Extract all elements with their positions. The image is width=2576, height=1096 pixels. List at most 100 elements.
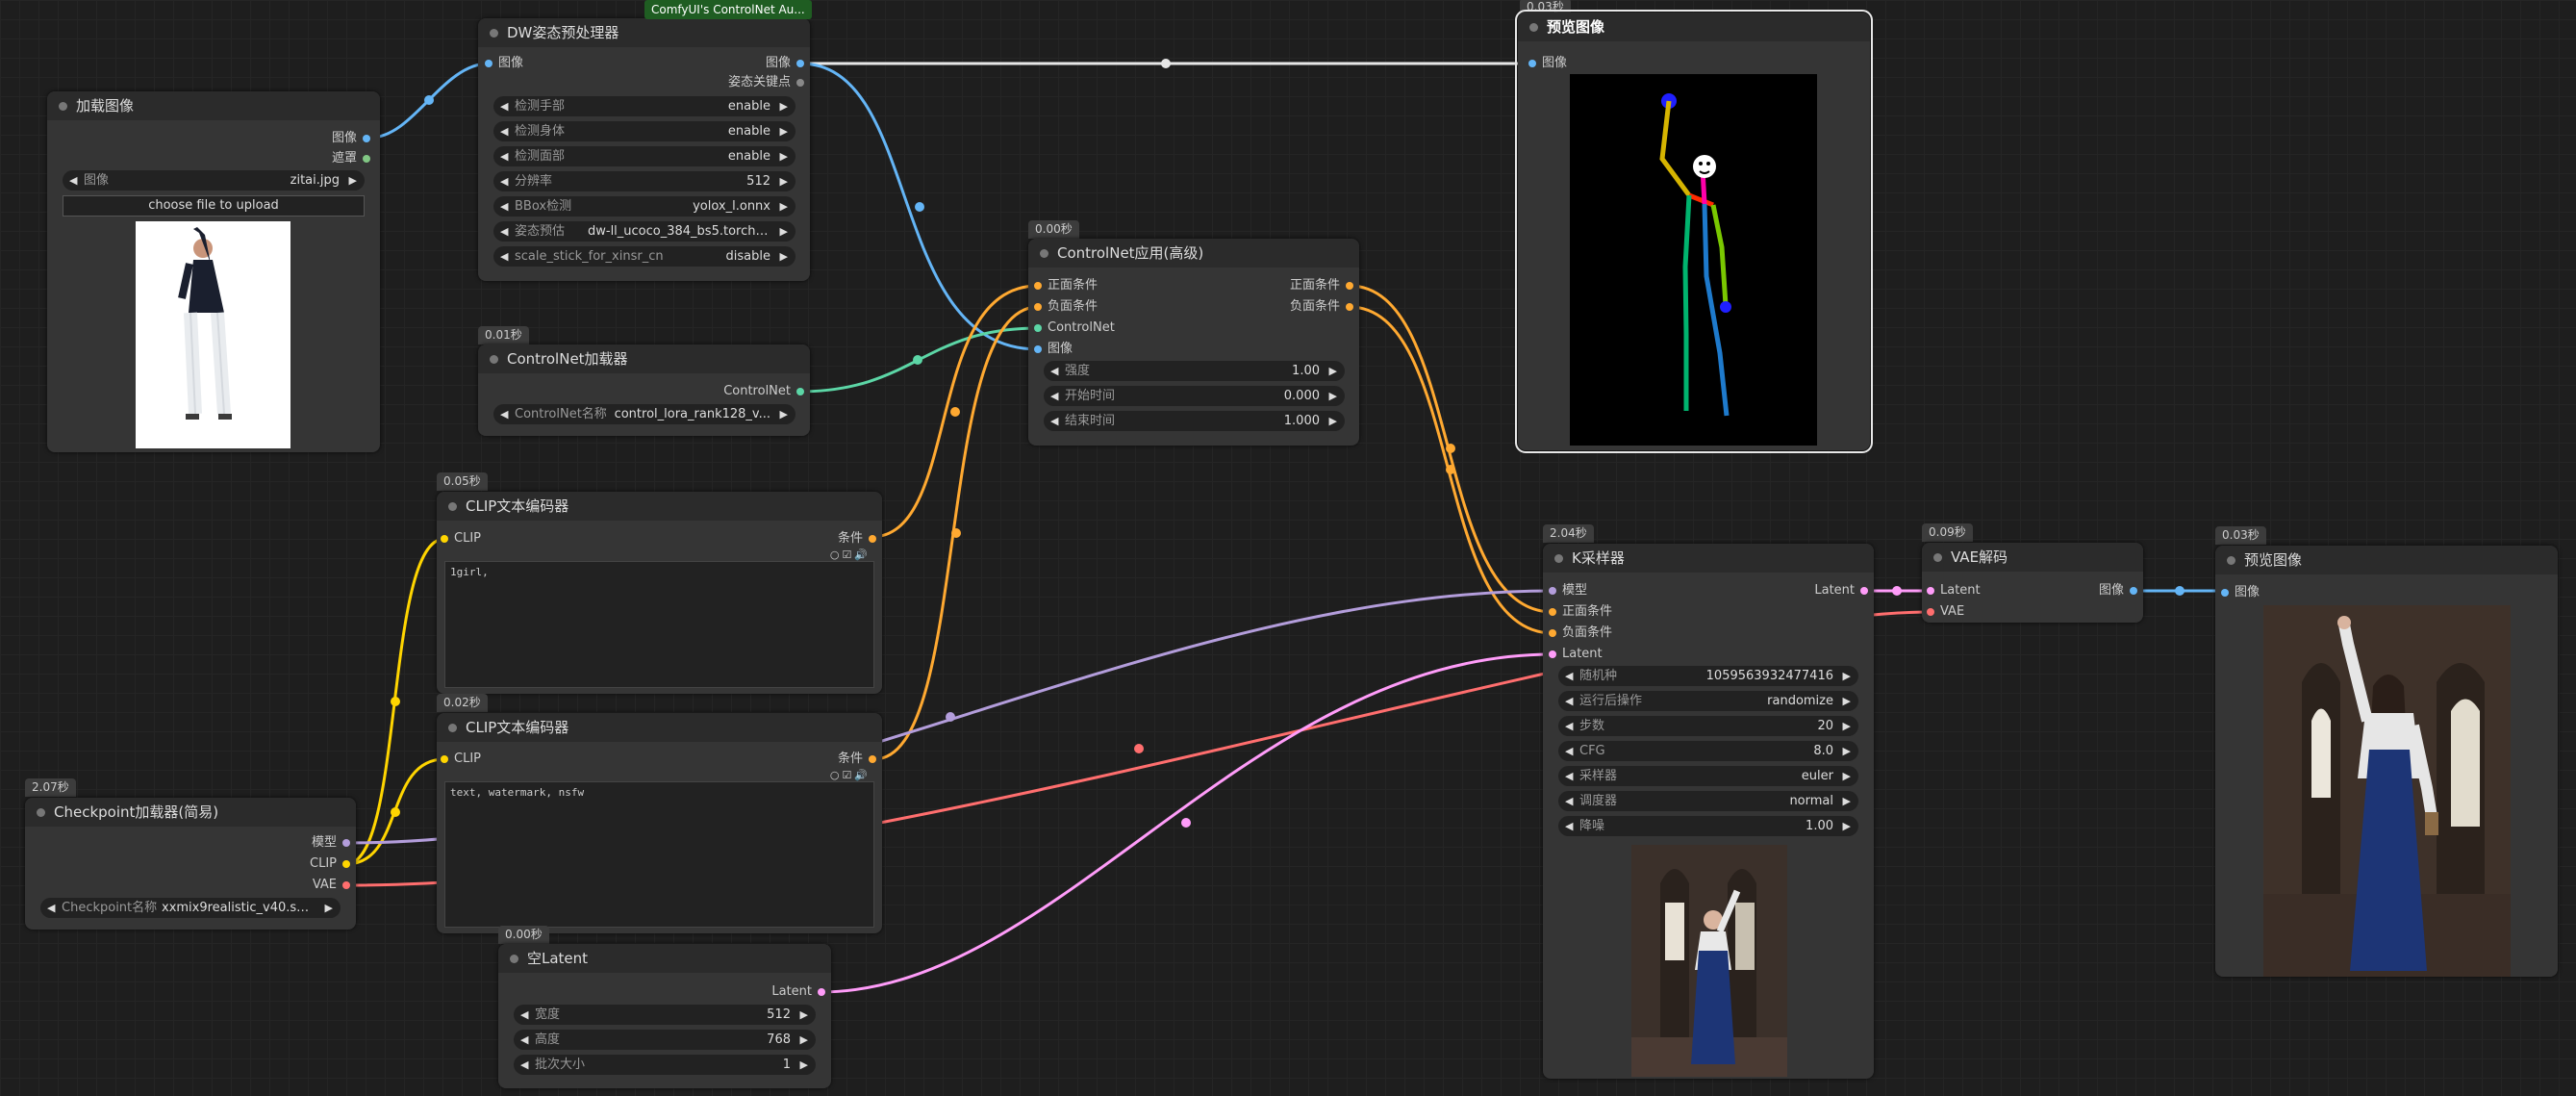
detect-hand-toggle[interactable]: ◀ 检测手部 enable ▶	[493, 96, 796, 116]
increment-arrow-icon[interactable]: ▶	[1843, 716, 1851, 736]
start-percent-field[interactable]: ◀ 开始时间 0.000 ▶	[1044, 386, 1345, 406]
input-image[interactable]: 图像	[1528, 56, 1567, 71]
input-image[interactable]: 图像	[1034, 342, 1073, 357]
increment-arrow-icon[interactable]: ▶	[780, 121, 788, 141]
slot-dot-icon[interactable]	[1034, 324, 1042, 332]
decrement-arrow-icon[interactable]: ◀	[500, 121, 508, 141]
controlnet-name-select[interactable]: ◀ ControlNet名称 control_lora_rank128_v... ▶	[493, 404, 796, 424]
increment-arrow-icon[interactable]: ▶	[800, 1055, 808, 1075]
increment-arrow-icon[interactable]: ▶	[1329, 386, 1337, 406]
input-clip[interactable]: CLIP	[441, 752, 481, 767]
cfg-field[interactable]: ◀ CFG 8.0 ▶	[1558, 741, 1858, 761]
input-image[interactable]: 图像	[2221, 585, 2260, 600]
slot-dot-icon[interactable]	[342, 881, 350, 889]
decrement-arrow-icon[interactable]: ◀	[520, 1030, 528, 1050]
pose-estimator-select[interactable]: ◀ 姿态预估 dw-ll_ucoco_384_bs5.torchscri... ▶	[493, 221, 796, 242]
collapse-dot-icon[interactable]	[490, 29, 498, 38]
increment-arrow-icon[interactable]: ▶	[1329, 411, 1337, 431]
output-vae[interactable]: VAE	[313, 878, 350, 893]
slot-dot-icon[interactable]	[1927, 587, 1934, 595]
node-preview-pose[interactable]: 预览图像 图像	[1515, 10, 1873, 453]
increment-arrow-icon[interactable]: ▶	[1843, 816, 1851, 836]
slot-dot-icon[interactable]	[818, 988, 825, 996]
decrement-arrow-icon[interactable]: ◀	[520, 1055, 528, 1075]
output-clip[interactable]: CLIP	[310, 856, 350, 872]
collapse-dot-icon[interactable]	[448, 724, 457, 732]
output-controlnet[interactable]: ControlNet	[723, 384, 804, 399]
increment-arrow-icon[interactable]: ▶	[1329, 361, 1337, 381]
node-clip-text-positive[interactable]: CLIP文本编码器 CLIP 条件 ○☑🔊 1girl,	[437, 492, 882, 694]
output-image[interactable]: 图像	[766, 56, 804, 71]
node-vae-decode[interactable]: VAE解码 Latent VAE 图像	[1922, 543, 2143, 623]
input-latent[interactable]: Latent	[1927, 583, 1981, 599]
node-title[interactable]: Checkpoint加载器(简易)	[25, 798, 356, 827]
text-toolbar-icons[interactable]: ○☑🔊	[830, 548, 871, 561]
node-title[interactable]: ControlNet应用(高级)	[1028, 239, 1359, 268]
decrement-arrow-icon[interactable]: ◀	[500, 221, 508, 242]
increment-arrow-icon[interactable]: ▶	[780, 404, 788, 424]
collapse-dot-icon[interactable]	[59, 102, 67, 111]
increment-arrow-icon[interactable]: ▶	[325, 898, 333, 918]
node-dwpose[interactable]: DW姿态预处理器 图像 图像 姿态关键点 ◀ 检测手部 enable ▶ ◀ 检测身体 e…	[478, 18, 810, 281]
output-conditioning[interactable]: 条件	[838, 752, 876, 767]
decrement-arrow-icon[interactable]: ◀	[1050, 411, 1058, 431]
node-checkpoint-loader[interactable]: Checkpoint加载器(简易) 模型 CLIP VAE ◀ Checkpoin…	[25, 798, 356, 930]
increment-arrow-icon[interactable]: ▶	[780, 196, 788, 217]
node-title[interactable]: 空Latent	[498, 944, 831, 973]
slot-dot-icon[interactable]	[363, 155, 370, 163]
slot-dot-icon[interactable]	[1549, 587, 1556, 595]
decrement-arrow-icon[interactable]: ◀	[1565, 716, 1573, 736]
input-negative[interactable]: 负面条件	[1549, 625, 1612, 641]
node-title[interactable]: DW姿态预处理器	[478, 18, 810, 47]
collapse-dot-icon[interactable]	[1040, 249, 1048, 258]
slot-dot-icon[interactable]	[1860, 587, 1868, 595]
slot-dot-icon[interactable]	[796, 79, 804, 87]
decrement-arrow-icon[interactable]: ◀	[47, 898, 55, 918]
detect-body-toggle[interactable]: ◀ 检测身体 enable ▶	[493, 121, 796, 141]
increment-arrow-icon[interactable]: ▶	[349, 170, 357, 191]
decrement-arrow-icon[interactable]: ◀	[520, 1005, 528, 1025]
node-empty-latent[interactable]: 空Latent Latent ◀ 宽度 512 ▶ ◀ 高度 768 ▶ ◀ 批次大小 1 ▶	[498, 944, 831, 1088]
node-title[interactable]: 预览图像	[2215, 546, 2558, 574]
slot-dot-icon[interactable]	[441, 755, 448, 763]
node-title[interactable]: ControlNet加载器	[478, 344, 810, 373]
slot-dot-icon[interactable]	[1927, 608, 1934, 616]
slot-dot-icon[interactable]	[342, 860, 350, 868]
output-image[interactable]: 图像	[332, 131, 370, 146]
output-image[interactable]: 图像	[2099, 583, 2137, 599]
collapse-dot-icon[interactable]	[37, 808, 45, 817]
collapse-dot-icon[interactable]	[510, 955, 518, 963]
output-latent[interactable]: Latent	[1814, 583, 1868, 599]
bbox-detector-select[interactable]: ◀ BBox检测 yolox_l.onnx ▶	[493, 196, 796, 217]
width-field[interactable]: ◀ 宽度 512 ▶	[514, 1005, 816, 1025]
slot-dot-icon[interactable]	[1034, 345, 1042, 353]
input-clip[interactable]: CLIP	[441, 531, 481, 547]
scheduler-select[interactable]: ◀ 调度器 normal ▶	[1558, 791, 1858, 811]
sampler-select[interactable]: ◀ 采样器 euler ▶	[1558, 766, 1858, 786]
node-title[interactable]: K采样器	[1543, 544, 1874, 573]
input-negative[interactable]: 负面条件	[1034, 299, 1098, 315]
slot-dot-icon[interactable]	[1346, 303, 1353, 311]
slot-dot-icon[interactable]	[1528, 60, 1536, 67]
strength-field[interactable]: ◀ 强度 1.00 ▶	[1044, 361, 1345, 381]
input-controlnet[interactable]: ControlNet	[1034, 320, 1115, 336]
image-select[interactable]: ◀ 图像 zitai.jpg ▶	[63, 170, 365, 191]
slot-dot-icon[interactable]	[869, 535, 876, 543]
node-title[interactable]: CLIP文本编码器	[437, 713, 882, 742]
input-positive[interactable]: 正面条件	[1549, 604, 1612, 620]
node-title[interactable]: 预览图像	[1518, 13, 1870, 41]
increment-arrow-icon[interactable]: ▶	[1843, 666, 1851, 686]
decrement-arrow-icon[interactable]: ◀	[500, 146, 508, 166]
collapse-dot-icon[interactable]	[1529, 23, 1538, 32]
output-latent[interactable]: Latent	[771, 984, 825, 1000]
input-model[interactable]: 模型	[1549, 583, 1587, 599]
slot-dot-icon[interactable]	[796, 60, 804, 67]
decrement-arrow-icon[interactable]: ◀	[1565, 816, 1573, 836]
slot-dot-icon[interactable]	[2130, 587, 2137, 595]
node-load-image[interactable]: 加载图像 图像 遮罩 ◀ 图像 zitai.jpg ▶ choose file to …	[47, 91, 380, 452]
detect-face-toggle[interactable]: ◀ 检测面部 enable ▶	[493, 146, 796, 166]
node-controlnet-apply[interactable]: ControlNet应用(高级) 正面条件 负面条件 ControlNet 图像…	[1028, 239, 1359, 446]
steps-field[interactable]: ◀ 步数 20 ▶	[1558, 716, 1858, 736]
prompt-text-area[interactable]: 1girl,	[444, 561, 874, 688]
decrement-arrow-icon[interactable]: ◀	[500, 246, 508, 267]
